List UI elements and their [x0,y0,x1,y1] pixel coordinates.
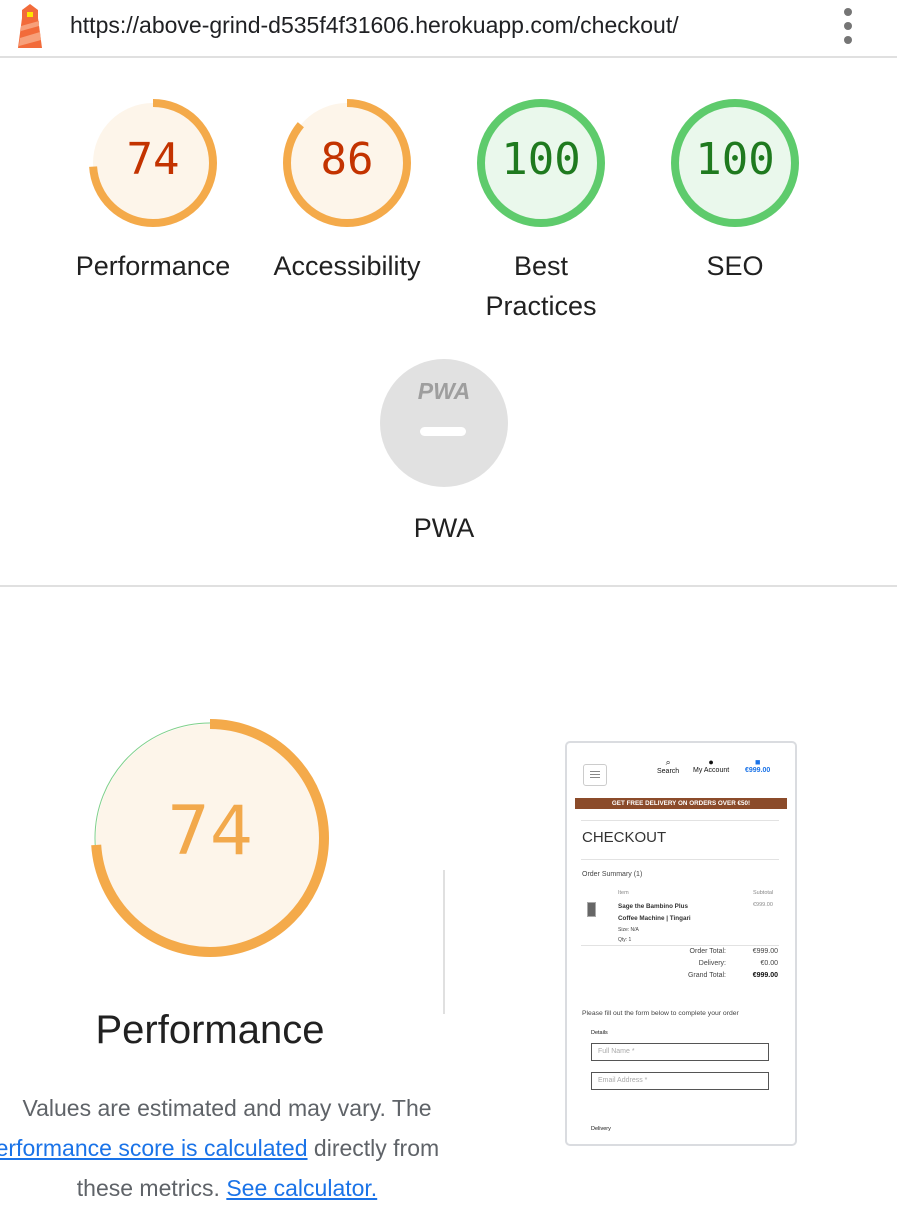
label-best-practices: Best Practices [485,251,597,321]
thumb-delivery-banner: GET FREE DELIVERY ON ORDERS OVER €50! [575,798,787,809]
pwa-badge-icon [380,359,508,487]
score-calculation-link[interactable]: performance score is calculated [0,1135,308,1161]
thumb-size: Size: N/A [618,927,639,933]
gauge-accessibility[interactable]: 86 Accessibility [261,96,433,286]
thumb-col-item: Item [618,890,629,896]
thumb-account-label: My Account [693,767,730,774]
thumb-delivery-section: Delivery [591,1126,611,1132]
thumb-delivery-label: Delivery: [698,960,726,967]
thumb-order-total: €999.00 [752,948,778,955]
lighthouse-icon [18,4,42,48]
vertical-separator [443,870,445,1014]
thumb-product-price: €999.00 [753,902,773,908]
thumb-account: ● My Account [693,757,729,774]
label-performance: Performance [75,251,231,281]
thumb-product-name-1: Sage the Bambino Plus [618,903,688,910]
cart-icon: ■ [754,757,761,767]
address-bar: https://above-grind-d535f4f31606.herokua… [0,0,897,58]
desc-text-2: directly from [307,1135,440,1161]
thumb-cart: ■ €999.00 [745,757,770,774]
gauge-pwa[interactable]: PWA PWA [377,356,511,548]
label-pwa: PWA [413,513,475,543]
thumb-divider [581,859,779,860]
thumb-heading: CHECKOUT [582,829,667,846]
thumb-form-note: Please fill out the form below to comple… [582,1010,739,1017]
search-icon: ⌕ [665,757,671,767]
gauge-seo[interactable]: 100 SEO [668,96,802,286]
thumb-order-summary: Order Summary (1) [582,871,643,878]
score-best-practices: 100 [501,134,581,185]
thumb-search: ⌕ Search [657,757,679,775]
gauge-best-practices[interactable]: 100 Best Practices [474,96,608,326]
thumb-col-subtotal: Subtotal [753,890,774,896]
pwa-badge-text: PWA [417,378,471,404]
thumb-cart-total: €999.00 [745,767,771,774]
section-divider [0,585,897,587]
thumb-order-total-label: Order Total: [689,948,726,955]
performance-score-large: 74 [166,792,254,871]
performance-title: Performance [95,1008,325,1052]
label-seo: SEO [706,251,764,281]
thumb-grand-total-label: Grand Total: [687,972,726,979]
user-icon: ● [708,757,714,767]
gauge-performance[interactable]: 74 Performance [73,96,233,286]
desc-text-3: these metrics. [76,1175,227,1201]
performance-description: Values are estimated and may vary. The p… [0,1088,460,1208]
score-accessibility: 86 [320,134,374,185]
thumb-details: Details [591,1030,608,1036]
hamburger-icon [583,764,607,786]
thumb-product-name-2: Coffee Machine | Tingari [618,915,691,922]
final-screenshot: ⌕ Search ● My Account ■ €999.00 GET FREE… [565,741,797,1146]
score-seo: 100 [695,134,775,185]
thumb-search-label: Search [657,768,680,775]
label-accessibility: Accessibility [273,251,421,281]
product-image [587,902,596,917]
thumb-divider [581,820,779,821]
thumb-divider [581,945,779,946]
thumb-email-field: Email Address * [591,1072,769,1090]
see-calculator-link[interactable]: See calculator. [226,1175,377,1201]
thumb-qty: Qty: 1 [618,937,632,943]
desc-text-1: Values are estimated and may vary. The [22,1095,432,1121]
score-performance: 74 [126,134,180,185]
page-url[interactable]: https://above-grind-d535f4f31606.herokua… [70,12,679,39]
kebab-menu-icon[interactable] [836,8,860,44]
thumb-grand-total: €999.00 [752,972,778,979]
thumb-delivery: €0.00 [760,960,778,967]
thumb-full-name-field: Full Name * [591,1043,769,1061]
